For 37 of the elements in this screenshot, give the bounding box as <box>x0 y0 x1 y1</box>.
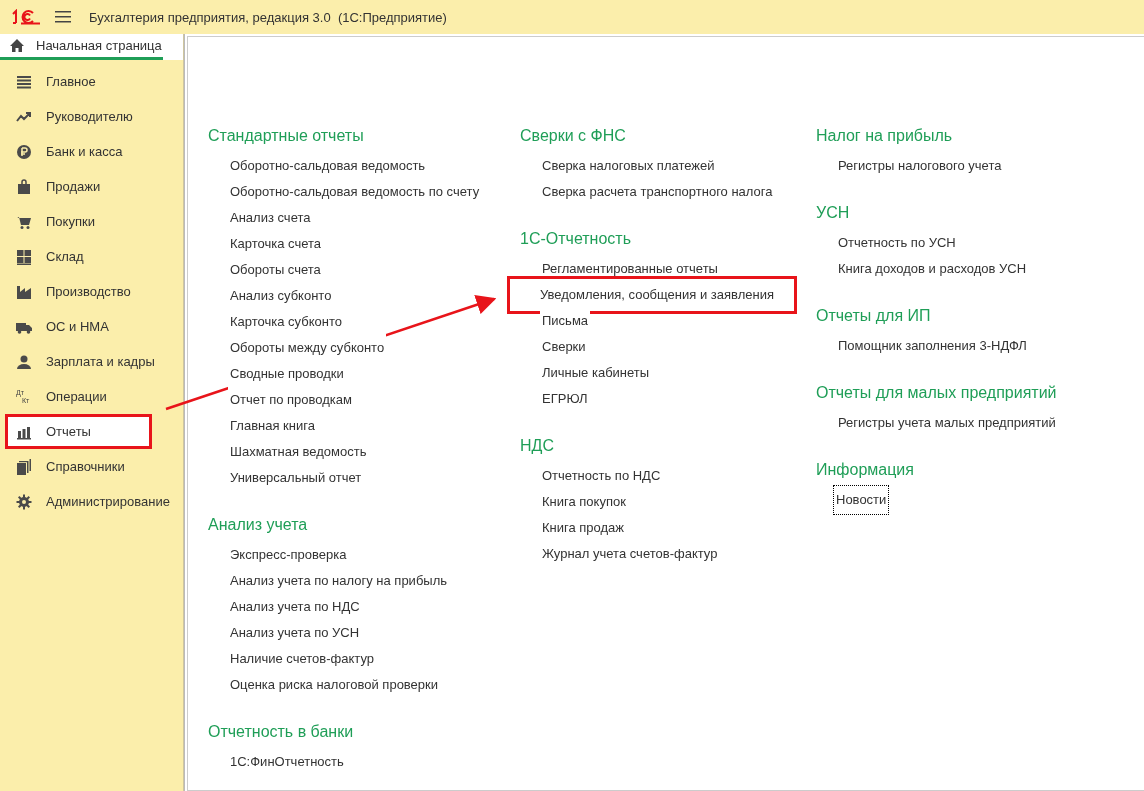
bag-icon <box>16 178 32 195</box>
list-icon <box>16 73 32 90</box>
logo-icon <box>11 9 41 25</box>
sidebar-item[interactable]: Руководителю <box>0 99 183 134</box>
window-title: Бухгалтерия предприятия, редакция 3.0 (1С:Предприятие) <box>89 9 447 25</box>
sidebar-item[interactable]: Администрирование <box>0 484 183 519</box>
group-title: Сверки с ФНС <box>520 126 627 146</box>
group-title: Отчеты для ИП <box>816 306 932 326</box>
group-title: Отчеты для малых предприятий <box>816 383 1058 403</box>
books-icon <box>16 458 32 475</box>
sidebar-item[interactable]: Склад <box>0 239 183 274</box>
grid-icon <box>16 248 32 265</box>
sidebar-item[interactable]: Справочники <box>0 449 183 484</box>
group-title: Анализ учета <box>208 515 309 535</box>
report-link[interactable]: Обороты между субконто <box>228 334 387 362</box>
factory-icon <box>16 283 32 300</box>
person-icon <box>16 353 32 370</box>
report-link[interactable]: Сводные проводки <box>228 360 346 388</box>
sidebar-item[interactable]: Банк и касса <box>0 134 183 169</box>
home-icon <box>10 39 24 52</box>
menu-icon[interactable] <box>55 11 71 23</box>
gear-icon <box>16 493 32 510</box>
sidebar-item[interactable]: Главное <box>0 64 183 99</box>
sidebar-item[interactable]: Зарплата и кадры <box>0 344 183 379</box>
group-title: 1С-Отчетность <box>520 229 632 249</box>
group-title: Налог на прибыль <box>816 126 954 146</box>
ruble-coin-icon <box>16 143 32 160</box>
sidebar-item[interactable]: Отчеты <box>5 414 152 449</box>
group-title: Отчетность в банки <box>208 722 355 742</box>
sidebar-item[interactable]: ОС и НМА <box>0 309 183 344</box>
group-title: НДС <box>520 436 555 456</box>
group-title: Информация <box>816 460 915 480</box>
sidebar-item[interactable]: Покупки <box>0 204 183 239</box>
group-title: УСН <box>816 203 851 223</box>
sidebar-item[interactable]: Продажи <box>0 169 183 204</box>
group-title: Стандартные отчеты <box>208 126 365 146</box>
sidebar-item[interactable]: Производство <box>0 274 183 309</box>
